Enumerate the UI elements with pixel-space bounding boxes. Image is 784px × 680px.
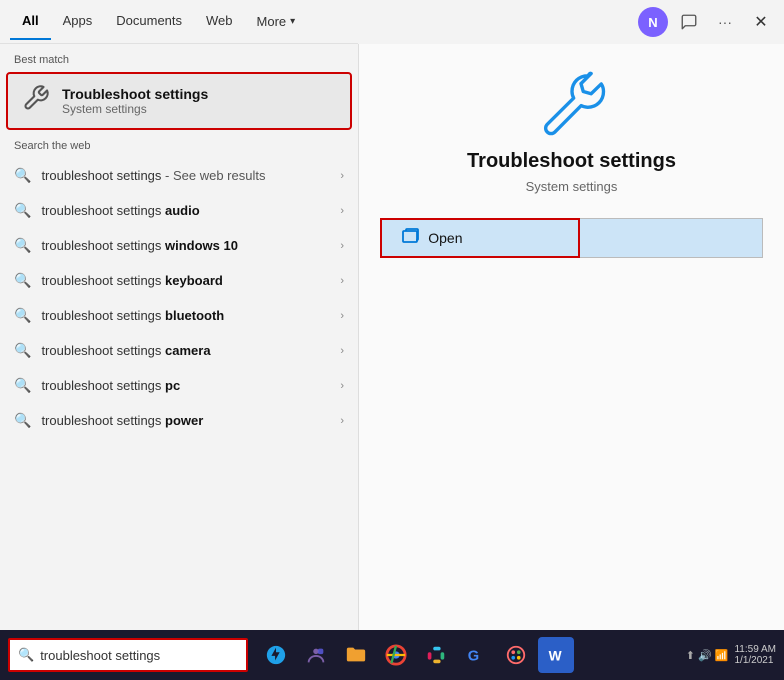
taskbar-teams-icon[interactable]: [298, 637, 334, 673]
search-icon: 🔍: [14, 307, 31, 324]
search-item-text: troubleshoot settings pc: [41, 378, 330, 393]
right-panel: Troubleshoot settings System settings Op…: [358, 0, 784, 630]
tab-web[interactable]: Web: [194, 3, 245, 40]
open-button[interactable]: Open: [380, 218, 580, 258]
search-icon: 🔍: [14, 342, 31, 359]
svg-text:G: G: [468, 649, 479, 665]
taskbar-slack-icon[interactable]: [418, 637, 454, 673]
tab-documents[interactable]: Documents: [104, 3, 194, 40]
right-panel-title: Troubleshoot settings: [467, 150, 676, 173]
taskbar-search-bar[interactable]: 🔍 troubleshoot settings: [8, 638, 248, 672]
taskbar-app-icons: G W: [258, 637, 574, 673]
search-icon: 🔍: [14, 237, 31, 254]
chevron-right-icon: ›: [340, 310, 344, 322]
chevron-right-icon: ›: [340, 345, 344, 357]
search-panel: All Apps Documents Web More ▾ Best match…: [0, 0, 358, 630]
tab-more[interactable]: More ▾: [245, 4, 308, 39]
list-item[interactable]: 🔍 troubleshoot settings camera ›: [0, 333, 358, 368]
search-icon: 🔍: [14, 412, 31, 429]
search-icon: 🔍: [14, 167, 31, 184]
svg-text:W: W: [549, 649, 562, 664]
best-match-text: Troubleshoot settings System settings: [62, 86, 208, 116]
taskbar-chrome-icon[interactable]: [378, 637, 414, 673]
search-item-text: troubleshoot settings bluetooth: [41, 308, 330, 323]
tab-apps[interactable]: Apps: [51, 3, 105, 40]
taskbar: 🔍 troubleshoot settings G: [0, 630, 784, 680]
best-match-subtitle: System settings: [62, 102, 208, 116]
search-icon: 🔍: [14, 272, 31, 289]
web-section-label: Search the web: [0, 130, 358, 158]
list-item[interactable]: 🔍 troubleshoot settings - See web result…: [0, 158, 358, 193]
taskbar-paint-icon[interactable]: [498, 637, 534, 673]
taskbar-right: ⬆ 🔊 📶 11:59 AM1/1/2021: [686, 644, 784, 666]
wrench-large-icon: [527, 60, 617, 150]
feedback-icon[interactable]: [674, 7, 704, 37]
best-match-title: Troubleshoot settings: [62, 86, 208, 102]
search-item-text: troubleshoot settings power: [41, 413, 330, 428]
search-item-text: troubleshoot settings camera: [41, 343, 330, 358]
best-match-label: Best match: [0, 44, 358, 72]
taskbar-search-icon: 🔍: [18, 647, 34, 663]
tabs-bar: All Apps Documents Web More ▾: [0, 0, 358, 44]
tab-all[interactable]: All: [10, 3, 51, 40]
search-icon: 🔍: [14, 202, 31, 219]
list-item[interactable]: 🔍 troubleshoot settings audio ›: [0, 193, 358, 228]
list-item[interactable]: 🔍 troubleshoot settings keyboard ›: [0, 263, 358, 298]
open-button-row: Open: [380, 218, 763, 258]
search-icon: 🔍: [14, 377, 31, 394]
search-item-text: troubleshoot settings audio: [41, 203, 330, 218]
chevron-right-icon: ›: [340, 415, 344, 427]
open-button-label: Open: [428, 230, 462, 246]
taskbar-word-icon[interactable]: W: [538, 637, 574, 673]
taskbar-search-text: troubleshoot settings: [40, 648, 160, 663]
chevron-right-icon: ›: [340, 275, 344, 287]
more-icon[interactable]: ···: [710, 7, 740, 37]
taskbar-edge-icon[interactable]: [258, 637, 294, 673]
open-button-ext: [580, 218, 763, 258]
chevron-right-icon: ›: [340, 240, 344, 252]
open-icon: [402, 228, 420, 249]
chevron-right-icon: ›: [340, 170, 344, 182]
taskbar-folder-icon[interactable]: [338, 637, 374, 673]
list-item[interactable]: 🔍 troubleshoot settings windows 10 ›: [0, 228, 358, 263]
search-item-text: troubleshoot settings - See web results: [41, 168, 330, 183]
chevron-right-icon: ›: [340, 205, 344, 217]
list-item[interactable]: 🔍 troubleshoot settings pc ›: [0, 368, 358, 403]
header-icons: N ··· ✕: [358, 0, 784, 44]
list-item[interactable]: 🔍 troubleshoot settings bluetooth ›: [0, 298, 358, 333]
best-match-item[interactable]: Troubleshoot settings System settings: [6, 72, 352, 130]
list-item[interactable]: 🔍 troubleshoot settings power ›: [0, 403, 358, 438]
search-item-text: troubleshoot settings keyboard: [41, 273, 330, 288]
chevron-right-icon: ›: [340, 380, 344, 392]
chevron-down-icon: ▾: [290, 16, 295, 27]
avatar[interactable]: N: [638, 7, 668, 37]
close-icon[interactable]: ✕: [746, 7, 776, 37]
web-items-list: 🔍 troubleshoot settings - See web result…: [0, 158, 358, 630]
taskbar-google-icon[interactable]: G: [458, 637, 494, 673]
right-panel-subtitle: System settings: [526, 179, 618, 194]
search-item-text: troubleshoot settings windows 10: [41, 238, 330, 253]
wrench-small-icon: [22, 84, 50, 118]
